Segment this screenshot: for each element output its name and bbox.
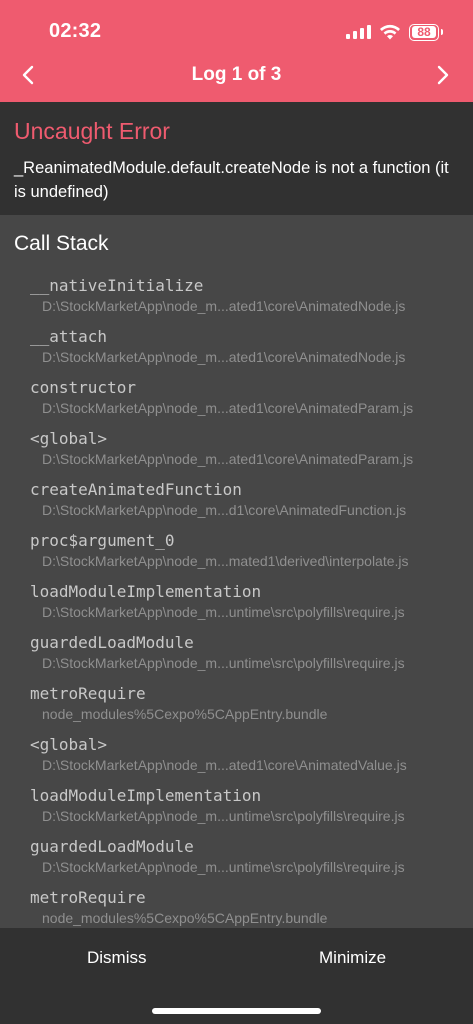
frame-method: proc$argument_0 bbox=[30, 531, 175, 550]
next-log-button[interactable] bbox=[428, 60, 458, 90]
stack-frame[interactable]: __nativeInitialize D:\StockMarketApp\nod… bbox=[0, 272, 473, 323]
wifi-icon bbox=[380, 24, 400, 40]
frame-method: guardedLoadModule bbox=[30, 633, 194, 652]
frame-method: __attach bbox=[30, 327, 108, 346]
stack-frame[interactable]: <global> D:\StockMarketApp\node_m...ated… bbox=[0, 425, 473, 476]
stack-frame[interactable]: createAnimatedFunction D:\StockMarketApp… bbox=[0, 476, 473, 527]
status-time: 02:32 bbox=[49, 20, 102, 42]
footer-bar: Dismiss Minimize bbox=[0, 928, 473, 1024]
frame-method: <global> bbox=[30, 735, 108, 754]
frame-file-path: D:\StockMarketApp\node_m...ated1\core\An… bbox=[42, 298, 406, 314]
frame-method: metroRequire bbox=[30, 684, 146, 703]
frame-file-path: D:\StockMarketApp\node_m...untime\src\po… bbox=[42, 655, 405, 671]
frame-file-path: D:\StockMarketApp\node_m...untime\src\po… bbox=[42, 859, 405, 875]
frame-file-path: node_modules%5Cexpo%5CAppEntry.bundle bbox=[42, 706, 328, 722]
dismiss-button[interactable]: Dismiss bbox=[87, 948, 147, 968]
call-stack-list: __nativeInitialize D:\StockMarketApp\nod… bbox=[0, 272, 473, 935]
frame-file-path: D:\StockMarketApp\node_m...untime\src\po… bbox=[42, 808, 405, 824]
battery-icon: 88 bbox=[409, 23, 443, 41]
frame-file-path: D:\StockMarketApp\node_m...mated1\derive… bbox=[42, 553, 409, 569]
log-counter-title: Log 1 of 3 bbox=[191, 64, 282, 85]
frame-method: createAnimatedFunction bbox=[30, 480, 242, 499]
frame-method: loadModuleImplementation bbox=[30, 786, 262, 805]
stack-frame[interactable]: loadModuleImplementation D:\StockMarketA… bbox=[0, 578, 473, 629]
stack-frame[interactable]: guardedLoadModule D:\StockMarketApp\node… bbox=[0, 833, 473, 884]
stack-frame[interactable]: proc$argument_0 D:\StockMarketApp\node_m… bbox=[0, 527, 473, 578]
frame-file-path: D:\StockMarketApp\node_m...ated1\core\An… bbox=[42, 400, 414, 416]
frame-file-path: node_modules%5Cexpo%5CAppEntry.bundle bbox=[42, 910, 328, 926]
stack-frame[interactable]: loadModuleImplementation D:\StockMarketA… bbox=[0, 782, 473, 833]
frame-method: __nativeInitialize bbox=[30, 276, 204, 295]
frame-method: constructor bbox=[30, 378, 136, 397]
stack-frame[interactable]: metroRequire node_modules%5Cexpo%5CAppEn… bbox=[0, 680, 473, 731]
error-title: Uncaught Error bbox=[14, 118, 170, 144]
stack-frame[interactable]: guardedLoadModule D:\StockMarketApp\node… bbox=[0, 629, 473, 680]
signal-icon bbox=[346, 25, 371, 39]
battery-level: 88 bbox=[417, 25, 431, 39]
frame-method: loadModuleImplementation bbox=[30, 582, 262, 601]
frame-file-path: D:\StockMarketApp\node_m...ated1\core\An… bbox=[42, 349, 406, 365]
frame-method: metroRequire bbox=[30, 888, 146, 907]
minimize-button[interactable]: Minimize bbox=[319, 948, 386, 968]
status-icons: 88 bbox=[346, 20, 443, 44]
chevron-right-icon bbox=[437, 65, 449, 85]
logbox-screen: 02:32 88 Log 1 of 3 Uncaught Error _Rean… bbox=[0, 0, 473, 1024]
frame-file-path: D:\StockMarketApp\node_m...d1\core\Anima… bbox=[42, 502, 407, 518]
home-indicator[interactable] bbox=[152, 1008, 321, 1014]
frame-file-path: D:\StockMarketApp\node_m...ated1\core\An… bbox=[42, 757, 407, 773]
frame-method: <global> bbox=[30, 429, 108, 448]
call-stack-title: Call Stack bbox=[14, 232, 109, 255]
stack-frame[interactable]: __attach D:\StockMarketApp\node_m...ated… bbox=[0, 323, 473, 374]
frame-file-path: D:\StockMarketApp\node_m...untime\src\po… bbox=[42, 604, 405, 620]
frame-method: guardedLoadModule bbox=[30, 837, 194, 856]
frame-file-path: D:\StockMarketApp\node_m...ated1\core\An… bbox=[42, 451, 414, 467]
stack-frame[interactable]: <global> D:\StockMarketApp\node_m...ated… bbox=[0, 731, 473, 782]
error-message-block: Uncaught Error _ReanimatedModule.default… bbox=[0, 102, 473, 215]
error-message: _ReanimatedModule.default.createNode is … bbox=[14, 159, 449, 201]
header-bar: 02:32 88 Log 1 of 3 bbox=[0, 0, 473, 102]
stack-frame[interactable]: constructor D:\StockMarketApp\node_m...a… bbox=[0, 374, 473, 425]
